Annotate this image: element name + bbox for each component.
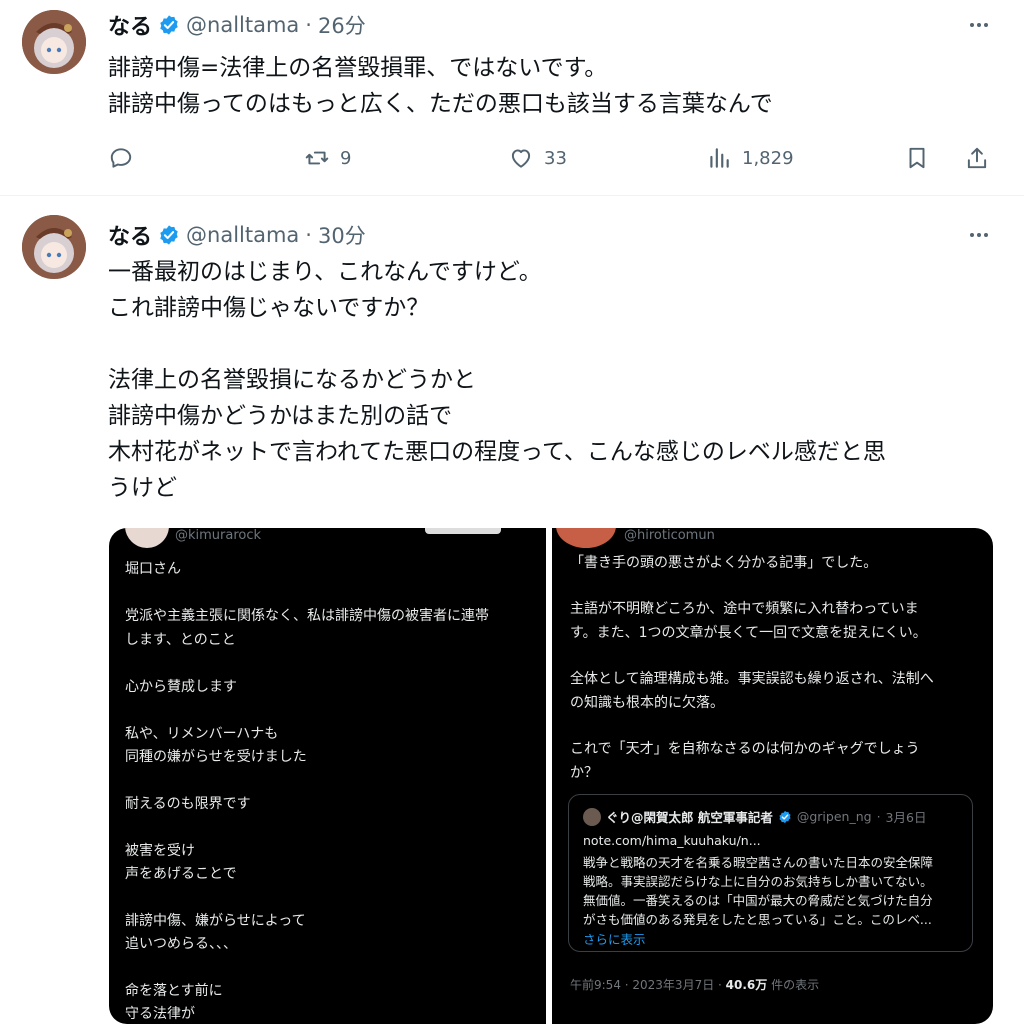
views-button[interactable]: 1,829 (706, 140, 794, 176)
embedded-handle: @kimurarock (175, 528, 262, 543)
heart-icon (511, 149, 531, 168)
embedded-meta-suffix: 件の表示 (767, 978, 820, 992)
quoted-avatar (583, 807, 601, 826)
handle[interactable]: @nalltama (186, 223, 299, 247)
retweet-icon (305, 151, 329, 165)
embedded-meta-time: 午前9:54 · 2023年3月7日 · (570, 978, 726, 992)
embedded-text-line: 私や、リメンバーハナも (125, 726, 279, 742)
action-bar: 9 33 1,829 (108, 140, 998, 176)
tweet-header: なる @nalltama · 30分 (108, 220, 366, 250)
media-image-left[interactable]: @kimurarock 堀口さん 党派や主義主張に関係なく、私は誹謗中傷の被害者… (109, 528, 546, 1024)
quoted-tweet-header: ぐり@閑賀太郎 航空軍事記者 @gripen_ng · 3月6日 (583, 807, 926, 826)
bookmark-icon (909, 147, 925, 169)
embedded-handle: @hiroticomun (624, 528, 715, 543)
embedded-text-line: 心から賛成します (125, 679, 237, 695)
tweet-text-line: 木村花がネットで言われてた悪口の程度って、こんな感じのレベル感だと思 (108, 439, 886, 465)
tweet-text-line: 誹謗中傷ってのはもっと広く、ただの悪口も該当する言葉なんで (108, 91, 773, 117)
timestamp[interactable]: 30分 (318, 220, 366, 250)
embedded-meta: 午前9:54 · 2023年3月7日 · 40.6万 件の表示 (570, 976, 819, 993)
embedded-text-line: の知識も根本的に欠落。 (570, 695, 724, 711)
more-options-icon[interactable] (964, 13, 994, 37)
avatar[interactable] (22, 10, 86, 74)
like-button[interactable]: 33 (508, 140, 567, 176)
share-icon (967, 147, 987, 169)
timestamp[interactable]: 26分 (318, 10, 366, 40)
embedded-text-line: 同種の嫌がらせを受けました (125, 749, 307, 765)
embedded-text-line: 命を落とす前に (125, 983, 223, 999)
embedded-text-line: す。また、1つの文章が長くて一回で文意を捉えにくい。 (570, 625, 927, 641)
tweet-text-line: 誹謗中傷かどうかはまた別の話で (108, 403, 453, 429)
verified-badge-icon (158, 14, 180, 36)
tweet-text-line: 誹謗中傷=法律上の名誉毀損罪、ではないです。 (108, 55, 608, 81)
avatar-image (22, 10, 86, 74)
embedded-text-line: します、とのこと (125, 632, 236, 648)
tweet-text-line: 一番最初のはじまり、これなんですけど。 (108, 259, 542, 285)
views-count: 1,829 (742, 147, 794, 169)
bookmark-button[interactable] (904, 140, 930, 176)
tweet-text-line: 法律上の名誉毀損になるかどうかと (108, 367, 476, 393)
handle[interactable]: @nalltama (186, 13, 299, 37)
embedded-text-line: 主語が不明瞭どころか、途中で頻繁に入れ替わっていま (570, 601, 919, 617)
tweet-2[interactable]: なる @nalltama · 30分 一番最初のはじまり、これなんですけど。 こ… (0, 197, 1024, 1024)
embedded-text-line: 追いつめらる、、、 (125, 936, 237, 952)
tweet-1[interactable]: なる @nalltama · 26分 誹謗中傷=法律上の名誉毀損罪、ではないです… (0, 0, 1024, 196)
retweet-button[interactable]: 9 (304, 140, 351, 176)
embedded-meta-views: 40.6万 (725, 978, 768, 992)
tweet-header: なる @nalltama · 26分 (108, 10, 366, 40)
embedded-text-line: 全体として論理構成も雑。事実誤認も繰り返され、法制へ (570, 671, 934, 687)
quoted-handle: @gripen_ng (796, 809, 872, 824)
avatar-image (22, 215, 86, 279)
embedded-text-line: 声をあげることで (125, 866, 237, 882)
avatar[interactable] (22, 215, 86, 279)
display-name[interactable]: なる (108, 9, 152, 41)
embedded-avatar (556, 528, 616, 548)
verified-badge-icon (778, 810, 792, 824)
embedded-text-line: 誹謗中傷、嫌がらせによって (125, 913, 306, 929)
quoted-text-line: がさも価値のある発見をしたと思っている」こと。このレベ... (583, 912, 932, 927)
quoted-tweet[interactable]: ぐり@閑賀太郎 航空軍事記者 @gripen_ng · 3月6日 note.co… (568, 794, 973, 952)
retweet-count: 9 (340, 147, 352, 169)
separator: · (305, 13, 312, 37)
more-options-icon[interactable] (964, 223, 994, 247)
embedded-text-line: 党派や主義主張に関係なく、私は誹謗中傷の被害者に連帯 (125, 608, 489, 624)
embedded-bar (425, 528, 501, 534)
embedded-text-line: か？ (570, 765, 598, 781)
reply-button[interactable] (108, 140, 134, 176)
quoted-date: 3月6日 (885, 810, 927, 825)
embedded-text-line: 耐えるのも限界です (125, 796, 251, 812)
tweet-text-line: うけど (108, 475, 177, 501)
tweet-text: 誹謗中傷=法律上の名誉毀損罪、ではないです。 誹謗中傷ってのはもっと広く、ただの… (108, 50, 998, 122)
embedded-avatar (125, 528, 169, 548)
display-name[interactable]: なる (108, 219, 152, 251)
like-count: 33 (544, 147, 567, 169)
media-grid[interactable]: @kimurarock 堀口さん 党派や主義主張に関係なく、私は誹謗中傷の被害者… (109, 528, 993, 1024)
reply-icon (110, 148, 132, 168)
quoted-text-line: note.com/hima_kuuhaku/n... (583, 833, 761, 848)
embedded-text-line: 堀口さん (125, 561, 181, 577)
quoted-display-name: ぐり@閑賀太郎 航空軍事記者 (606, 810, 773, 825)
quoted-text-line: 戦略。事実誤認だらけな上に自分のお気持ちしか書いてない。 (583, 874, 933, 889)
tweet-text-blank (108, 326, 998, 362)
embedded-text-line: 守る法律が (125, 1006, 195, 1022)
views-chart-icon (710, 148, 729, 168)
share-button[interactable] (964, 140, 990, 176)
embedded-text-line: これで「天才」を自称なさるのは何かのギャグでしょう (570, 741, 920, 757)
quoted-text-line: 戦争と戦略の天才を名乗る暇空茜さんの書いた日本の安全保障 (583, 855, 934, 870)
quoted-separator: · (876, 809, 881, 824)
tweet-text-line: これ誹謗中傷じゃないですか？ (108, 295, 430, 321)
media-image-right[interactable]: @hiroticomun 「書き手の頭の悪さがよく分かる記事」でした。 主語が不… (552, 528, 993, 1024)
show-more-link: さらに表示 (583, 932, 646, 947)
verified-badge-icon (158, 224, 180, 246)
quoted-text-line: 無価値。一番笑えるのは「中国が最大の脅威だと気づけた自分 (583, 893, 933, 908)
tweet-text: 一番最初のはじまり、これなんですけど。 これ誹謗中傷じゃないですか？ 法律上の名… (108, 254, 998, 506)
embedded-text-line: 「書き手の頭の悪さがよく分かる記事」でした。 (570, 555, 878, 571)
separator: · (305, 223, 312, 247)
embedded-text-line: 被害を受け (125, 843, 195, 859)
